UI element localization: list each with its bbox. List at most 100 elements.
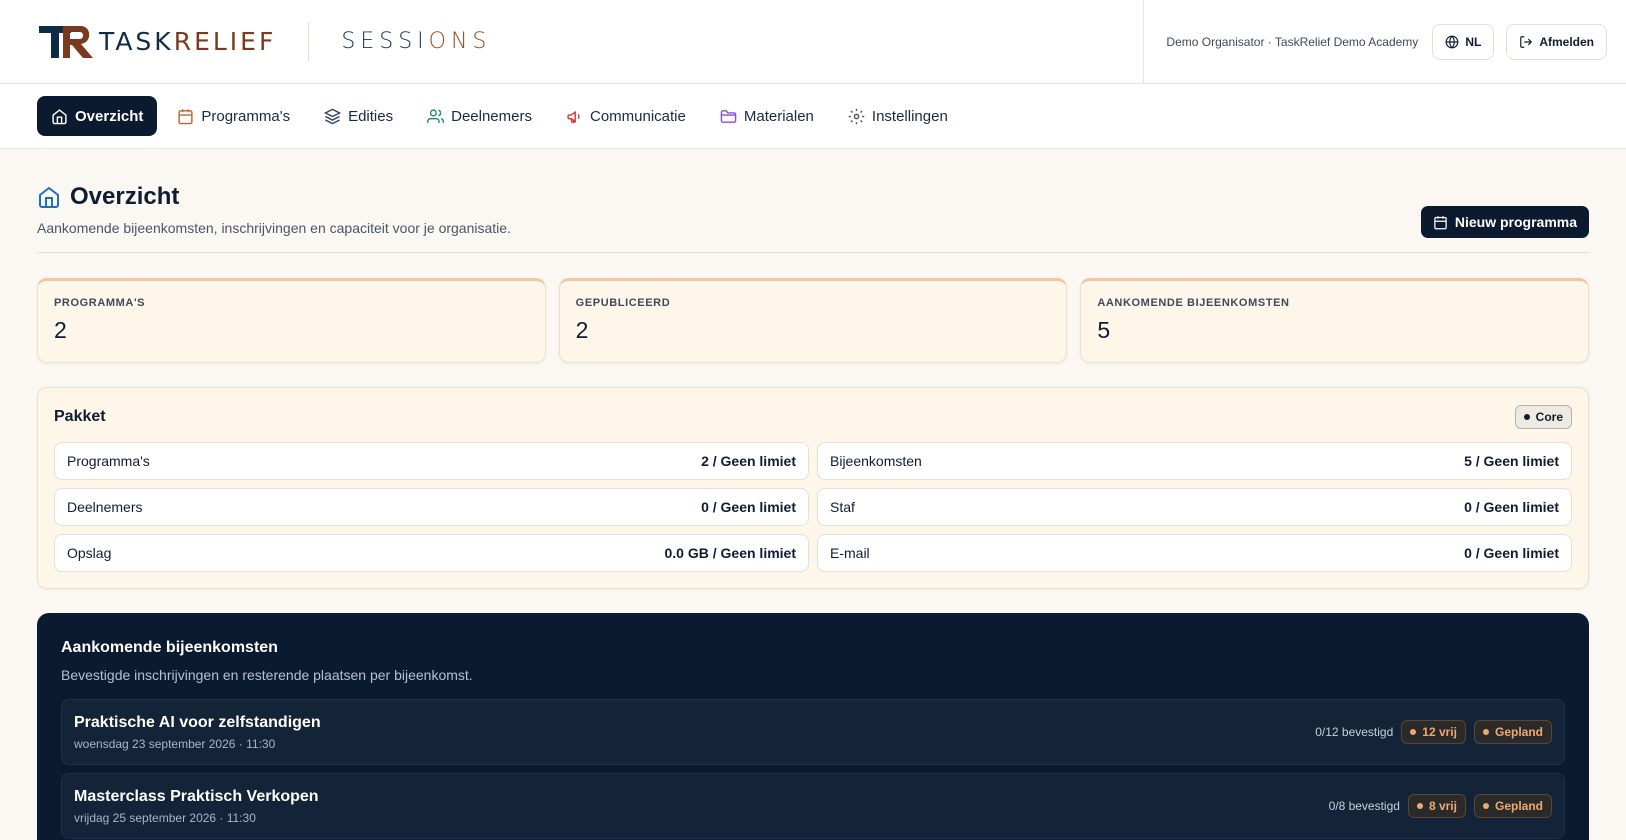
globe-icon — [1445, 35, 1459, 49]
stat-label: Gepubliceerd — [575, 297, 671, 309]
seats-free-label: 8 vrij — [1428, 799, 1457, 813]
page-title-text: Overzicht — [70, 183, 180, 210]
status-dot — [1482, 729, 1489, 735]
limit-label: Programma's — [67, 453, 150, 469]
home-icon — [39, 186, 59, 208]
logout-label: Afmelden — [1539, 35, 1594, 49]
brand-text-right: RELIEF — [173, 27, 277, 56]
limit-value: 0 / Geen limiet — [1464, 499, 1559, 515]
package-limits: Programma's 2 / Geen limiet Bijeenkomsten… — [54, 442, 1572, 572]
product-text-right: ONS — [428, 29, 492, 54]
seats-free-badge: 12 vrij — [1401, 720, 1466, 744]
nav-item-programmas[interactable]: Programma's — [163, 96, 304, 136]
main-navigation: Overzicht Programma's Edities Deelnemers… — [0, 84, 1626, 149]
limit-row-opslag: Opslag 0.0 GB / Geen limiet — [54, 534, 809, 572]
session-meta: 0/12 bevestigd 12 vrij Gepland — [1315, 720, 1552, 744]
brand-text-left: TASK — [99, 27, 174, 56]
home-icon — [52, 108, 67, 124]
new-program-label: Nieuw programma — [1454, 214, 1577, 230]
stat-card-programmas: Programma's 2 — [37, 278, 546, 363]
limit-row-bijeenkomsten: Bijeenkomsten 5 / Geen limiet — [817, 442, 1572, 480]
session-info: Masterclass Praktisch Verkopen vrijdag 2… — [74, 788, 319, 825]
limit-value: 0 / Geen limiet — [701, 499, 796, 515]
gear-icon — [848, 108, 865, 124]
session-name: Praktische AI voor zelfstandigen — [74, 713, 321, 731]
nav-label: Overzicht — [75, 107, 144, 125]
session-meta: 0/8 bevestigd 8 vrij Gepland — [1329, 794, 1552, 818]
nav-item-edities[interactable]: Edities — [310, 96, 407, 136]
organisation-label: Demo Organisator · TaskRelief Demo Acade… — [1166, 35, 1419, 49]
status-dot — [1482, 803, 1489, 809]
logout-button[interactable]: Afmelden — [1506, 24, 1607, 60]
session-confirmed: 0/8 bevestigd — [1328, 799, 1400, 813]
nav-item-instellingen[interactable]: Instellingen — [834, 96, 962, 136]
stat-value: 2 — [575, 317, 589, 343]
nav-item-overzicht[interactable]: Overzicht — [37, 96, 158, 136]
status-badge: Gepland — [1473, 720, 1552, 744]
users-icon — [427, 108, 445, 123]
page-header: Overzicht Aankomende bijeenkomsten, insc… — [37, 149, 1589, 253]
upcoming-title: Aankomende bijeenkomsten — [61, 639, 278, 656]
brand[interactable]: TASKRELIEF — [0, 0, 276, 83]
main-content: Overzicht Aankomende bijeenkomsten, insc… — [0, 149, 1626, 840]
stat-value: 5 — [1097, 317, 1111, 343]
session-date: vrijdag 25 september 2026 · 11:30 — [74, 810, 256, 825]
top-header: TASKRELIEF SESSIONS Demo Organisator · T… — [0, 0, 1626, 84]
nav-label: Materialen — [743, 107, 814, 125]
brand-divider — [308, 21, 310, 62]
seats-free-badge: 8 vrij — [1407, 794, 1466, 818]
limit-value: 0.0 GB / Geen limiet — [664, 545, 797, 561]
stat-card-gepubliceerd: Gepubliceerd 2 — [558, 278, 1068, 363]
limit-label: Opslag — [67, 545, 112, 561]
limit-row-staf: Staf 0 / Geen limiet — [817, 488, 1572, 526]
nav-item-communicatie[interactable]: Communicatie — [552, 96, 700, 136]
status-dot — [1410, 729, 1417, 735]
stat-card-aankomende: Aankomende bijeenkomsten 5 — [1080, 278, 1590, 363]
package-title: Pakket — [54, 408, 106, 425]
nav-item-materialen[interactable]: Materialen — [706, 96, 828, 136]
stat-label: Programma's — [54, 297, 146, 309]
stat-value: 2 — [54, 317, 67, 343]
nav-label: Programma's — [201, 107, 291, 125]
header-account-area: Demo Organisator · TaskRelief Demo Acade… — [1143, 0, 1626, 84]
plan-badge: Core — [1514, 405, 1572, 429]
status-badge: Gepland — [1473, 794, 1552, 818]
plan-badge-label: Core — [1535, 410, 1563, 424]
language-label: NL — [1465, 35, 1482, 49]
package-card: Pakket Core Programma's 2 / Geen limiet B… — [37, 387, 1589, 589]
limit-row-programmas: Programma's 2 / Geen limiet — [54, 442, 809, 480]
nav-item-deelnemers[interactable]: Deelnemers — [413, 96, 546, 136]
stat-label: Aankomende bijeenkomsten — [1097, 297, 1290, 309]
session-date: woensdag 23 september 2026 · 11:30 — [74, 736, 276, 751]
limit-value: 0 / Geen limiet — [1464, 545, 1559, 561]
sessions-product-name: SESSIONS — [341, 29, 491, 54]
status-dot — [1416, 803, 1423, 809]
folder-icon — [720, 109, 737, 123]
status-dot — [1523, 414, 1530, 420]
status-label: Gepland — [1494, 725, 1543, 739]
seats-free-label: 12 vrij — [1422, 725, 1457, 739]
session-info: Praktische AI voor zelfstandigen woensda… — [74, 714, 321, 751]
nav-label: Communicatie — [589, 107, 686, 125]
limit-label: E-mail — [830, 545, 870, 561]
nav-label: Edities — [348, 107, 394, 125]
limit-label: Staf — [830, 499, 855, 515]
upcoming-subtitle: Bevestigde inschrijvingen en resterende … — [61, 667, 473, 683]
logout-icon — [1520, 36, 1533, 48]
nav-label: Deelnemers — [451, 107, 532, 125]
limit-row-deelnemers: Deelnemers 0 / Geen limiet — [54, 488, 809, 526]
session-row[interactable]: Praktische AI voor zelfstandigen woensda… — [61, 699, 1565, 765]
session-confirmed: 0/12 bevestigd — [1315, 725, 1394, 739]
language-button[interactable]: NL — [1432, 24, 1495, 60]
nav-label: Instellingen — [871, 107, 948, 125]
calendar-icon — [178, 108, 193, 124]
layers-icon — [324, 108, 342, 124]
new-program-button[interactable]: Nieuw programma — [1420, 206, 1589, 238]
limit-value: 2 / Geen limiet — [701, 453, 796, 469]
session-row[interactable]: Masterclass Praktisch Verkopen vrijdag 2… — [61, 773, 1565, 839]
stats-row: Programma's 2 Gepubliceerd 2 Aankomende … — [37, 278, 1590, 363]
limit-value: 5 / Geen limiet — [1464, 453, 1559, 469]
page-subtitle: Aankomende bijeenkomsten, inschrijvingen… — [37, 220, 511, 236]
limit-row-email: E-mail 0 / Geen limiet — [817, 534, 1572, 572]
megaphone-icon — [567, 110, 580, 123]
